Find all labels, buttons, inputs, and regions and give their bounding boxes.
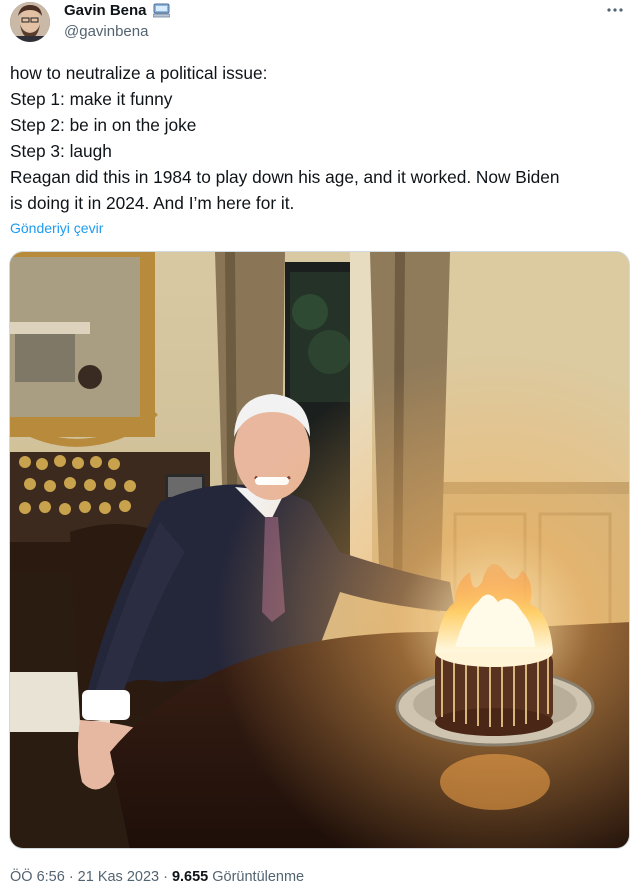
tweet-photo[interactable] [9, 251, 630, 849]
tweet-line: Step 1: make it funny [10, 89, 173, 109]
translate-link[interactable]: Gönderiyi çevir [10, 220, 103, 236]
tweet-date[interactable]: 21 Kas 2023 [78, 869, 159, 885]
avatar[interactable] [10, 2, 50, 42]
tweet-line: Reagan did this in 1984 to play down his… [10, 167, 560, 187]
more-options-icon[interactable] [603, 0, 627, 20]
photo-man-with-flaming-birthday-cake-icon [10, 252, 629, 848]
avatar-image [10, 2, 50, 42]
tweet-meta: ÖÖ 6:56 · 21 Kas 2023 · 9.655 Görüntülen… [10, 869, 304, 885]
tweet-line: Step 2: be in on the joke [10, 115, 197, 135]
author-handle[interactable]: @gavinbena [64, 23, 148, 40]
tweet-time[interactable]: ÖÖ 6:56 [10, 869, 65, 885]
display-name[interactable]: Gavin Bena [64, 2, 147, 19]
meta-separator: · [163, 869, 168, 885]
meta-separator: · [68, 869, 74, 885]
views-label: Görüntülenme [212, 869, 305, 885]
computer-emoji-icon [152, 3, 170, 18]
tweet-line: is doing it in 2024. And I’m here for it… [10, 193, 295, 213]
tweet-line: how to neutralize a political issue: [10, 63, 268, 83]
views-count: 9.655 [171, 869, 209, 885]
author-name-row: Gavin Bena [64, 2, 170, 19]
tweet-text: how to neutralize a political issue: Ste… [10, 60, 622, 216]
tweet-line: Step 3: laugh [10, 141, 112, 161]
